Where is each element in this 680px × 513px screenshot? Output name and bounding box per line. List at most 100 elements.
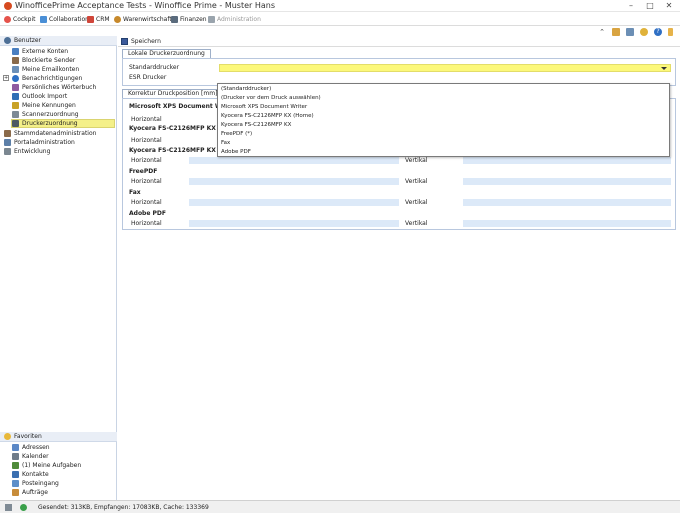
tab-lokale-druckerzuordnung[interactable]: Lokale Druckerzuordnung: [122, 49, 211, 58]
floppy-disk-icon: [121, 37, 128, 45]
sidebar-item-druckerzuordnung[interactable]: Druckerzuordnung: [11, 119, 115, 128]
master-data-icon: [4, 130, 11, 137]
blocked-sender-icon: [12, 57, 19, 64]
sidebar-item-benachrichtigungen[interactable]: Benachrichtigungen: [12, 74, 82, 83]
tab-korrektur-druckposition[interactable]: Korrektur Druckposition [mm]: [122, 89, 224, 98]
save-button[interactable]: Speichern: [121, 37, 161, 45]
menu-administration[interactable]: Administration: [208, 14, 261, 24]
dropdown-option[interactable]: Kyocera FS-C2126MFP KX: [221, 122, 291, 128]
vertical-label-3: Vertikal: [405, 178, 428, 185]
menu-finanzen[interactable]: Finanzen: [171, 14, 207, 24]
sidebar-header-favoriten[interactable]: Favoriten: [0, 432, 117, 442]
sidebar-item-entwicklung[interactable]: Entwicklung: [4, 147, 50, 156]
sidebar-item-outlook-import[interactable]: Outlook Import: [12, 92, 67, 101]
menu-warenwirtschaft-label: Warenwirtschaft: [123, 15, 172, 23]
printer-name-4: Fax: [129, 189, 141, 196]
identifiers-icon: [12, 102, 19, 109]
menu-cockpit-label: Cockpit: [13, 15, 36, 23]
horizontal-label-2: Horizontal: [131, 157, 162, 164]
notifications-icon: [12, 75, 19, 82]
menu-finanzen-label: Finanzen: [180, 15, 207, 23]
favorite-kalender[interactable]: Kalender: [12, 452, 49, 461]
collaboration-icon: [40, 15, 47, 23]
link-icon[interactable]: [626, 28, 634, 36]
printer-name-2: Kyocera FS-C2126MFP KX: [129, 147, 216, 154]
development-icon: [4, 148, 11, 155]
tab-korrektur-druckposition-label: Korrektur Druckposition [mm]: [128, 90, 218, 97]
portal-icon: [4, 139, 11, 146]
key-icon[interactable]: [668, 28, 673, 36]
sidebar-item-woerterbuch[interactable]: Persönliches Wörterbuch: [12, 83, 96, 92]
menu-crm[interactable]: CRM: [87, 14, 110, 24]
esr-printer-label: ESR Drucker: [129, 74, 167, 81]
horizontal-input-2[interactable]: [189, 157, 399, 164]
expand-benachrichtigungen-icon[interactable]: +: [3, 75, 9, 81]
close-button[interactable]: ✕: [660, 0, 678, 12]
menu-collaboration[interactable]: Collaboration: [40, 14, 89, 24]
bell-icon[interactable]: [640, 28, 648, 36]
dropdown-option[interactable]: (Standarddrucker): [221, 86, 271, 92]
finance-icon: [171, 15, 178, 23]
external-accounts-icon: [12, 48, 19, 55]
sidebar-item-label: Entwicklung: [14, 148, 51, 155]
menu-administration-label: Administration: [217, 15, 261, 23]
sidebar-item-stammdatenadministration[interactable]: Stammdatenadministration: [4, 129, 96, 138]
favorite-kontakte[interactable]: Kontakte: [12, 470, 49, 479]
email-accounts-icon: [12, 66, 19, 73]
sidebar-header-benutzer[interactable]: Benutzer: [0, 36, 117, 46]
menu-crm-label: CRM: [96, 15, 110, 23]
help-icon[interactable]: ?: [654, 28, 662, 36]
menu-cockpit[interactable]: Cockpit: [4, 14, 35, 24]
favorite-adressen[interactable]: Adressen: [12, 443, 50, 452]
dropdown-option[interactable]: Adobe PDF: [221, 149, 251, 155]
horizontal-input-3[interactable]: [189, 178, 399, 185]
vertical-input-5[interactable]: [463, 220, 671, 227]
dropdown-option[interactable]: Microsoft XPS Document Writer: [221, 104, 307, 110]
sidebar-item-blockierte-sender[interactable]: Blockierte Sender: [12, 56, 75, 65]
maximize-button[interactable]: □: [641, 0, 659, 12]
horizontal-label-4: Horizontal: [131, 199, 162, 206]
dictionary-icon: [12, 84, 19, 91]
sidebar-item-scannerzuordnung[interactable]: Scannerzuordnung: [12, 110, 79, 119]
window-icon[interactable]: [612, 28, 620, 36]
app-logo-icon: [4, 2, 12, 10]
sidebar-item-label: Meine Kennungen: [22, 102, 76, 109]
sidebar-item-externe-konten[interactable]: Externe Konten: [12, 47, 68, 56]
sidebar-item-meine-emailkonten[interactable]: Meine Emailkonten: [12, 65, 79, 74]
title-bar: WinofficePrime Acceptance Tests - Winoff…: [0, 0, 680, 12]
cockpit-icon: [4, 15, 11, 23]
dropdown-option[interactable]: (Drucker vor dem Druck auswählen): [221, 95, 321, 101]
dropdown-option[interactable]: Fax: [221, 140, 230, 146]
favorite-auftraege[interactable]: Aufträge: [12, 488, 48, 497]
dropdown-option[interactable]: FreePDF (*): [221, 131, 252, 137]
sidebar-item-label: Scannerzuordnung: [22, 111, 79, 118]
vertical-input-2[interactable]: [463, 157, 671, 164]
recycle-icon[interactable]: [5, 504, 12, 511]
standard-printer-select[interactable]: [219, 64, 671, 72]
horizontal-label-3: Horizontal: [131, 178, 162, 185]
vertical-input-4[interactable]: [463, 199, 671, 206]
sidebar-item-portaladministration[interactable]: Portaladministration: [4, 138, 75, 147]
contacts-icon: [12, 471, 19, 478]
chevron-down-icon: [661, 67, 667, 70]
minimize-button[interactable]: –: [622, 0, 640, 12]
menu-collaboration-label: Collaboration: [49, 15, 89, 23]
menu-warenwirtschaft[interactable]: Warenwirtschaft: [114, 14, 172, 24]
connection-status-icon: [20, 504, 27, 511]
collapse-up-icon[interactable]: ⌃: [598, 28, 606, 36]
favorite-label: Adressen: [22, 444, 50, 451]
horizontal-input-5[interactable]: [189, 220, 399, 227]
favorite-meine-aufgaben[interactable]: (1) Meine Aufgaben: [12, 461, 81, 470]
sidebar: Benutzer Externe Konten Blockierte Sende…: [0, 36, 117, 500]
module-menu: Cockpit Collaboration CRM Warenwirtschaf…: [0, 12, 680, 26]
sidebar-item-label: Meine Emailkonten: [22, 66, 80, 73]
star-icon: [4, 433, 11, 440]
vertical-input-3[interactable]: [463, 178, 671, 185]
sidebar-item-label: Stammdatenadministration: [14, 130, 97, 137]
favorite-label: Kontakte: [22, 471, 49, 478]
horizontal-input-4[interactable]: [189, 199, 399, 206]
favorite-label: Aufträge: [22, 489, 48, 496]
favorite-posteingang[interactable]: Posteingang: [12, 479, 59, 488]
dropdown-option[interactable]: Kyocera FS-C2126MFP KX (Home): [221, 113, 314, 119]
sidebar-item-meine-kennungen[interactable]: Meine Kennungen: [12, 101, 76, 110]
